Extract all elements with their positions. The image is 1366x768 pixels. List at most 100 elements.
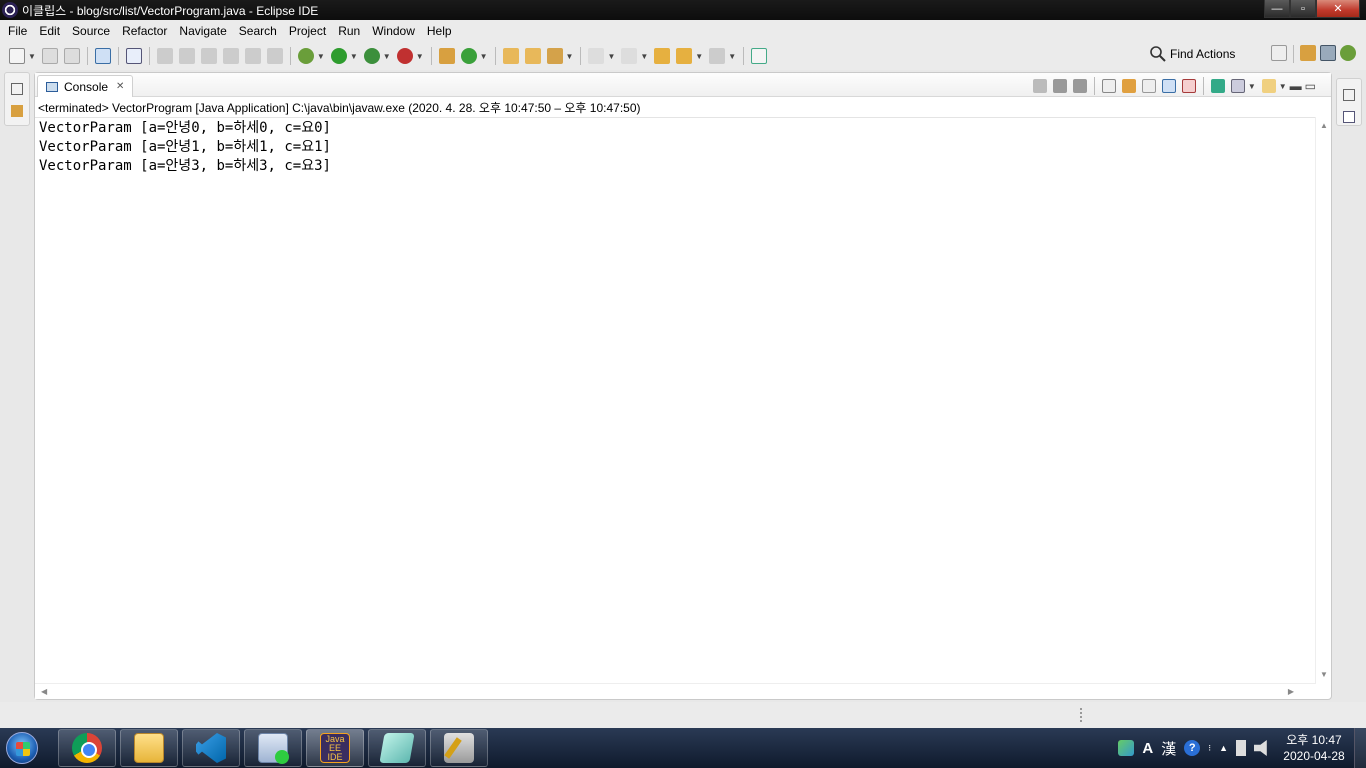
- close-button[interactable]: ✕: [1316, 0, 1360, 18]
- debug-dropdown-icon[interactable]: ▼: [317, 52, 325, 61]
- menu-run[interactable]: Run: [332, 24, 366, 38]
- coverage-icon[interactable]: [363, 48, 380, 64]
- last-edit-location-icon[interactable]: [654, 48, 671, 64]
- block-select-icon[interactable]: [222, 48, 239, 64]
- maximize-view-icon[interactable]: ▭: [1305, 79, 1316, 93]
- open-console-icon[interactable]: [1261, 79, 1276, 93]
- search-tool-icon[interactable]: [546, 48, 563, 64]
- clear-console-icon[interactable]: [1101, 79, 1116, 93]
- open-perspective-icon[interactable]: [1271, 45, 1287, 61]
- scroll-right-icon[interactable]: ▶: [1288, 687, 1294, 696]
- java-ee-perspective-icon[interactable]: [1300, 45, 1316, 61]
- scroll-lock-icon[interactable]: [1121, 79, 1136, 93]
- menu-navigate[interactable]: Navigate: [173, 24, 232, 38]
- new-package-icon[interactable]: [438, 48, 455, 64]
- taskbar-vscode[interactable]: [182, 729, 240, 767]
- taskbar-eclipse[interactable]: Java EE IDE: [306, 729, 364, 767]
- taskbar-file-explorer[interactable]: [120, 729, 178, 767]
- remove-all-terminated-icon[interactable]: [1072, 79, 1087, 93]
- menu-file[interactable]: File: [2, 24, 33, 38]
- forward-dropdown-icon[interactable]: ▼: [728, 52, 736, 61]
- tab-console[interactable]: Console ✕: [37, 75, 134, 97]
- show-desktop-button[interactable]: [1354, 728, 1366, 768]
- external-tools-dropdown-icon[interactable]: ▼: [416, 52, 424, 61]
- new-dropdown-icon[interactable]: ▼: [28, 52, 36, 61]
- outline-icon[interactable]: [1343, 111, 1355, 123]
- open-type-icon[interactable]: [502, 48, 519, 64]
- new-icon[interactable]: [9, 48, 25, 64]
- horizontal-scrollbar[interactable]: ◀ ▶: [35, 683, 1316, 699]
- word-wrap-console-icon[interactable]: [1141, 79, 1156, 93]
- search-dropdown-icon[interactable]: ▼: [566, 52, 574, 61]
- scroll-up-icon[interactable]: ▲: [1320, 121, 1328, 130]
- scroll-down-icon[interactable]: ▼: [1320, 670, 1328, 679]
- taskbar-notepad[interactable]: [368, 729, 426, 767]
- menu-project[interactable]: Project: [283, 24, 332, 38]
- taskbar-chrome[interactable]: [58, 729, 116, 767]
- word-wrap-icon[interactable]: [244, 48, 261, 64]
- debug-perspective-icon[interactable]: [1340, 45, 1356, 61]
- edit-icon[interactable]: [200, 48, 217, 64]
- scroll-left-icon[interactable]: ◀: [41, 687, 47, 696]
- start-button[interactable]: [0, 728, 44, 768]
- vertical-scrollbar[interactable]: ▲ ▼: [1315, 117, 1331, 683]
- toggle-mark-icon[interactable]: [156, 48, 173, 64]
- pin-console-icon[interactable]: [1210, 79, 1225, 93]
- forward-icon[interactable]: [709, 48, 726, 64]
- ime-options-icon[interactable]: ⁝: [1208, 743, 1211, 754]
- new-class-icon[interactable]: [460, 48, 477, 64]
- display-console-icon[interactable]: [1230, 79, 1245, 93]
- run-icon[interactable]: [330, 48, 347, 64]
- save-icon[interactable]: [41, 48, 58, 64]
- minimize-button[interactable]: —: [1264, 0, 1290, 18]
- ime-hanja-indicator[interactable]: 漢: [1161, 738, 1176, 759]
- java-perspective-icon[interactable]: [1320, 45, 1336, 61]
- network-icon[interactable]: [1236, 740, 1246, 756]
- open-console-dropdown-icon[interactable]: ▼: [1279, 82, 1287, 91]
- taskbar-app-runner[interactable]: [244, 729, 302, 767]
- remove-launch-icon[interactable]: [1052, 79, 1067, 93]
- volume-muted-icon[interactable]: [1254, 740, 1267, 756]
- skip-breakpoints-icon[interactable]: [125, 48, 142, 64]
- menu-window[interactable]: Window: [366, 24, 421, 38]
- run-dropdown-icon[interactable]: ▼: [350, 52, 358, 61]
- pin-editor-icon[interactable]: [751, 48, 768, 64]
- package-explorer-icon[interactable]: [11, 105, 23, 117]
- maximize-button[interactable]: ▫: [1290, 0, 1316, 18]
- next-annotation-dropdown-icon[interactable]: ▼: [607, 52, 615, 61]
- next-annotation-icon[interactable]: [588, 48, 605, 64]
- clock[interactable]: 오후 10:47 2020-04-28: [1274, 732, 1354, 764]
- restore-icon[interactable]: [1343, 89, 1355, 101]
- back-icon[interactable]: [676, 48, 693, 64]
- annotation-icon[interactable]: [178, 48, 195, 64]
- close-tab-icon[interactable]: ✕: [116, 81, 124, 92]
- terminate-icon[interactable]: [1032, 79, 1047, 93]
- console-output[interactable]: VectorParam [a=안녕0, b=하세0, c=요0] VectorP…: [35, 117, 1316, 683]
- taskbar-tools[interactable]: [430, 729, 488, 767]
- ime-mode-indicator[interactable]: A: [1142, 740, 1153, 757]
- menu-search[interactable]: Search: [233, 24, 283, 38]
- status-bar-grip[interactable]: [1080, 708, 1083, 722]
- previous-annotation-dropdown-icon[interactable]: ▼: [640, 52, 648, 61]
- new-class-dropdown-icon[interactable]: ▼: [480, 52, 488, 61]
- open-task-icon[interactable]: [524, 48, 541, 64]
- show-on-stdout-icon[interactable]: [1161, 79, 1176, 93]
- restore-icon[interactable]: [11, 83, 23, 95]
- menu-refactor[interactable]: Refactor: [116, 24, 173, 38]
- show-on-stderr-icon[interactable]: [1181, 79, 1196, 93]
- minimize-view-icon[interactable]: ▬: [1290, 79, 1302, 93]
- display-console-dropdown-icon[interactable]: ▼: [1248, 82, 1256, 91]
- menu-help[interactable]: Help: [421, 24, 458, 38]
- whitespace-icon[interactable]: [266, 48, 283, 64]
- menu-edit[interactable]: Edit: [33, 24, 66, 38]
- open-console-icon[interactable]: [94, 48, 111, 64]
- language-bar-icon[interactable]: [1118, 740, 1135, 756]
- external-tools-icon[interactable]: [396, 48, 413, 64]
- coverage-dropdown-icon[interactable]: ▼: [383, 52, 391, 61]
- ime-help-icon[interactable]: ?: [1184, 740, 1201, 756]
- find-actions[interactable]: Find Actions: [1150, 46, 1235, 62]
- debug-icon[interactable]: [297, 48, 314, 64]
- menu-source[interactable]: Source: [66, 24, 116, 38]
- show-hidden-icons-icon[interactable]: ▲: [1219, 743, 1228, 753]
- save-all-icon[interactable]: [63, 48, 80, 64]
